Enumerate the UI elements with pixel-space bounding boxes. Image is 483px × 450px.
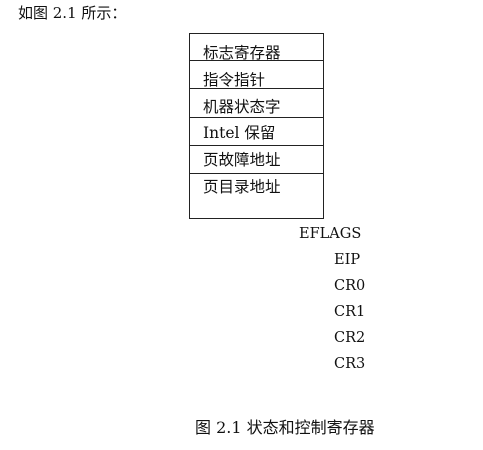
register-field-machine-status-word: 机器状态字: [203, 98, 281, 116]
register-field-intel-reserved: Intel 保留: [203, 124, 276, 142]
register-name-eip: EIP: [334, 252, 361, 268]
register-name-eflags: EFLAGS: [299, 226, 362, 242]
register-diagram-box: 标志寄存器 指令指针 机器状态字 Intel 保留 页故障地址 页目录地址: [189, 33, 324, 219]
register-divider: [190, 88, 323, 89]
register-name-cr2: CR2: [334, 330, 366, 346]
intro-text: 如图 2.1 所示：: [18, 4, 127, 22]
register-divider: [190, 173, 323, 174]
register-name-cr1: CR1: [334, 304, 366, 320]
register-name-cr3: CR3: [334, 356, 366, 372]
register-name-cr0: CR0: [334, 278, 366, 294]
register-divider: [190, 60, 323, 61]
register-field-instruction-pointer: 指令指针: [203, 71, 266, 89]
register-divider: [190, 117, 323, 118]
register-field-page-directory-address: 页目录地址: [203, 178, 281, 196]
register-divider: [190, 145, 323, 146]
figure-caption: 图 2.1 状态和控制寄存器: [195, 418, 375, 437]
register-field-page-fault-address: 页故障地址: [203, 151, 281, 169]
